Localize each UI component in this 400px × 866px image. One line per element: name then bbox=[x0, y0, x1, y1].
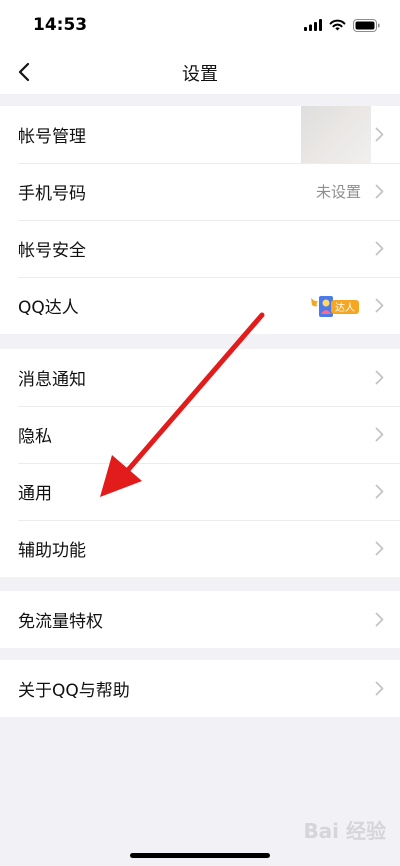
row-label: 帐号安全 bbox=[18, 241, 86, 261]
row-label: 免流量特权 bbox=[18, 612, 103, 632]
settings-group-data-free: 免流量特权 bbox=[0, 591, 400, 648]
chevron-right-icon bbox=[375, 681, 384, 696]
row-label: 通用 bbox=[18, 484, 52, 504]
row-label: 帐号管理 bbox=[18, 127, 86, 147]
settings-group-about: 关于QQ与帮助 bbox=[0, 660, 400, 717]
phone-status-value: 未设置 bbox=[315, 183, 361, 201]
chevron-right-icon bbox=[375, 541, 384, 556]
row-general[interactable]: 通用 bbox=[0, 463, 400, 520]
chevron-right-icon bbox=[375, 127, 384, 142]
row-label: 隐私 bbox=[18, 427, 52, 447]
row-label: 关于QQ与帮助 bbox=[18, 681, 130, 701]
watermark: Bai 经验 bbox=[303, 819, 386, 843]
home-indicator bbox=[130, 853, 270, 858]
row-account-management[interactable]: 帐号管理 bbox=[0, 106, 400, 163]
row-label: 手机号码 bbox=[18, 184, 86, 204]
row-phone-number[interactable]: 手机号码 未设置 bbox=[0, 163, 400, 220]
row-label: 消息通知 bbox=[18, 370, 86, 390]
chevron-right-icon bbox=[375, 484, 384, 499]
row-qq-daren[interactable]: QQ达人 达人 bbox=[0, 277, 400, 334]
settings-group-general: 消息通知 隐私 通用 辅助功能 bbox=[0, 349, 400, 577]
avatar bbox=[301, 106, 371, 163]
status-icons bbox=[304, 15, 380, 35]
battery-icon bbox=[353, 18, 380, 32]
chevron-right-icon bbox=[375, 612, 384, 627]
row-about-qq-help[interactable]: 关于QQ与帮助 bbox=[0, 660, 400, 717]
row-label: 辅助功能 bbox=[18, 541, 86, 561]
row-message-notification[interactable]: 消息通知 bbox=[0, 349, 400, 406]
nav-bar: 设置 bbox=[0, 50, 400, 94]
chevron-right-icon bbox=[375, 427, 384, 442]
row-free-data-privilege[interactable]: 免流量特权 bbox=[0, 591, 400, 648]
row-label: QQ达人 bbox=[18, 298, 79, 318]
chevron-right-icon bbox=[375, 184, 384, 199]
row-privacy[interactable]: 隐私 bbox=[0, 406, 400, 463]
chevron-right-icon bbox=[375, 298, 384, 313]
row-accessibility[interactable]: 辅助功能 bbox=[0, 520, 400, 577]
cellular-signal-icon bbox=[304, 19, 322, 31]
status-time: 14:53 bbox=[33, 15, 88, 35]
daren-badge-text: 达人 bbox=[335, 302, 355, 314]
status-bar: 14:53 bbox=[0, 0, 400, 50]
page-title: 设置 bbox=[182, 64, 218, 85]
chevron-right-icon bbox=[375, 370, 384, 385]
settings-group-account: 帐号管理 手机号码 未设置 帐号安全 QQ达人 达人 bbox=[0, 106, 400, 334]
row-account-security[interactable]: 帐号安全 bbox=[0, 220, 400, 277]
wifi-icon bbox=[329, 19, 346, 31]
daren-badge-icon: 达人 bbox=[311, 296, 359, 317]
chevron-right-icon bbox=[375, 241, 384, 256]
